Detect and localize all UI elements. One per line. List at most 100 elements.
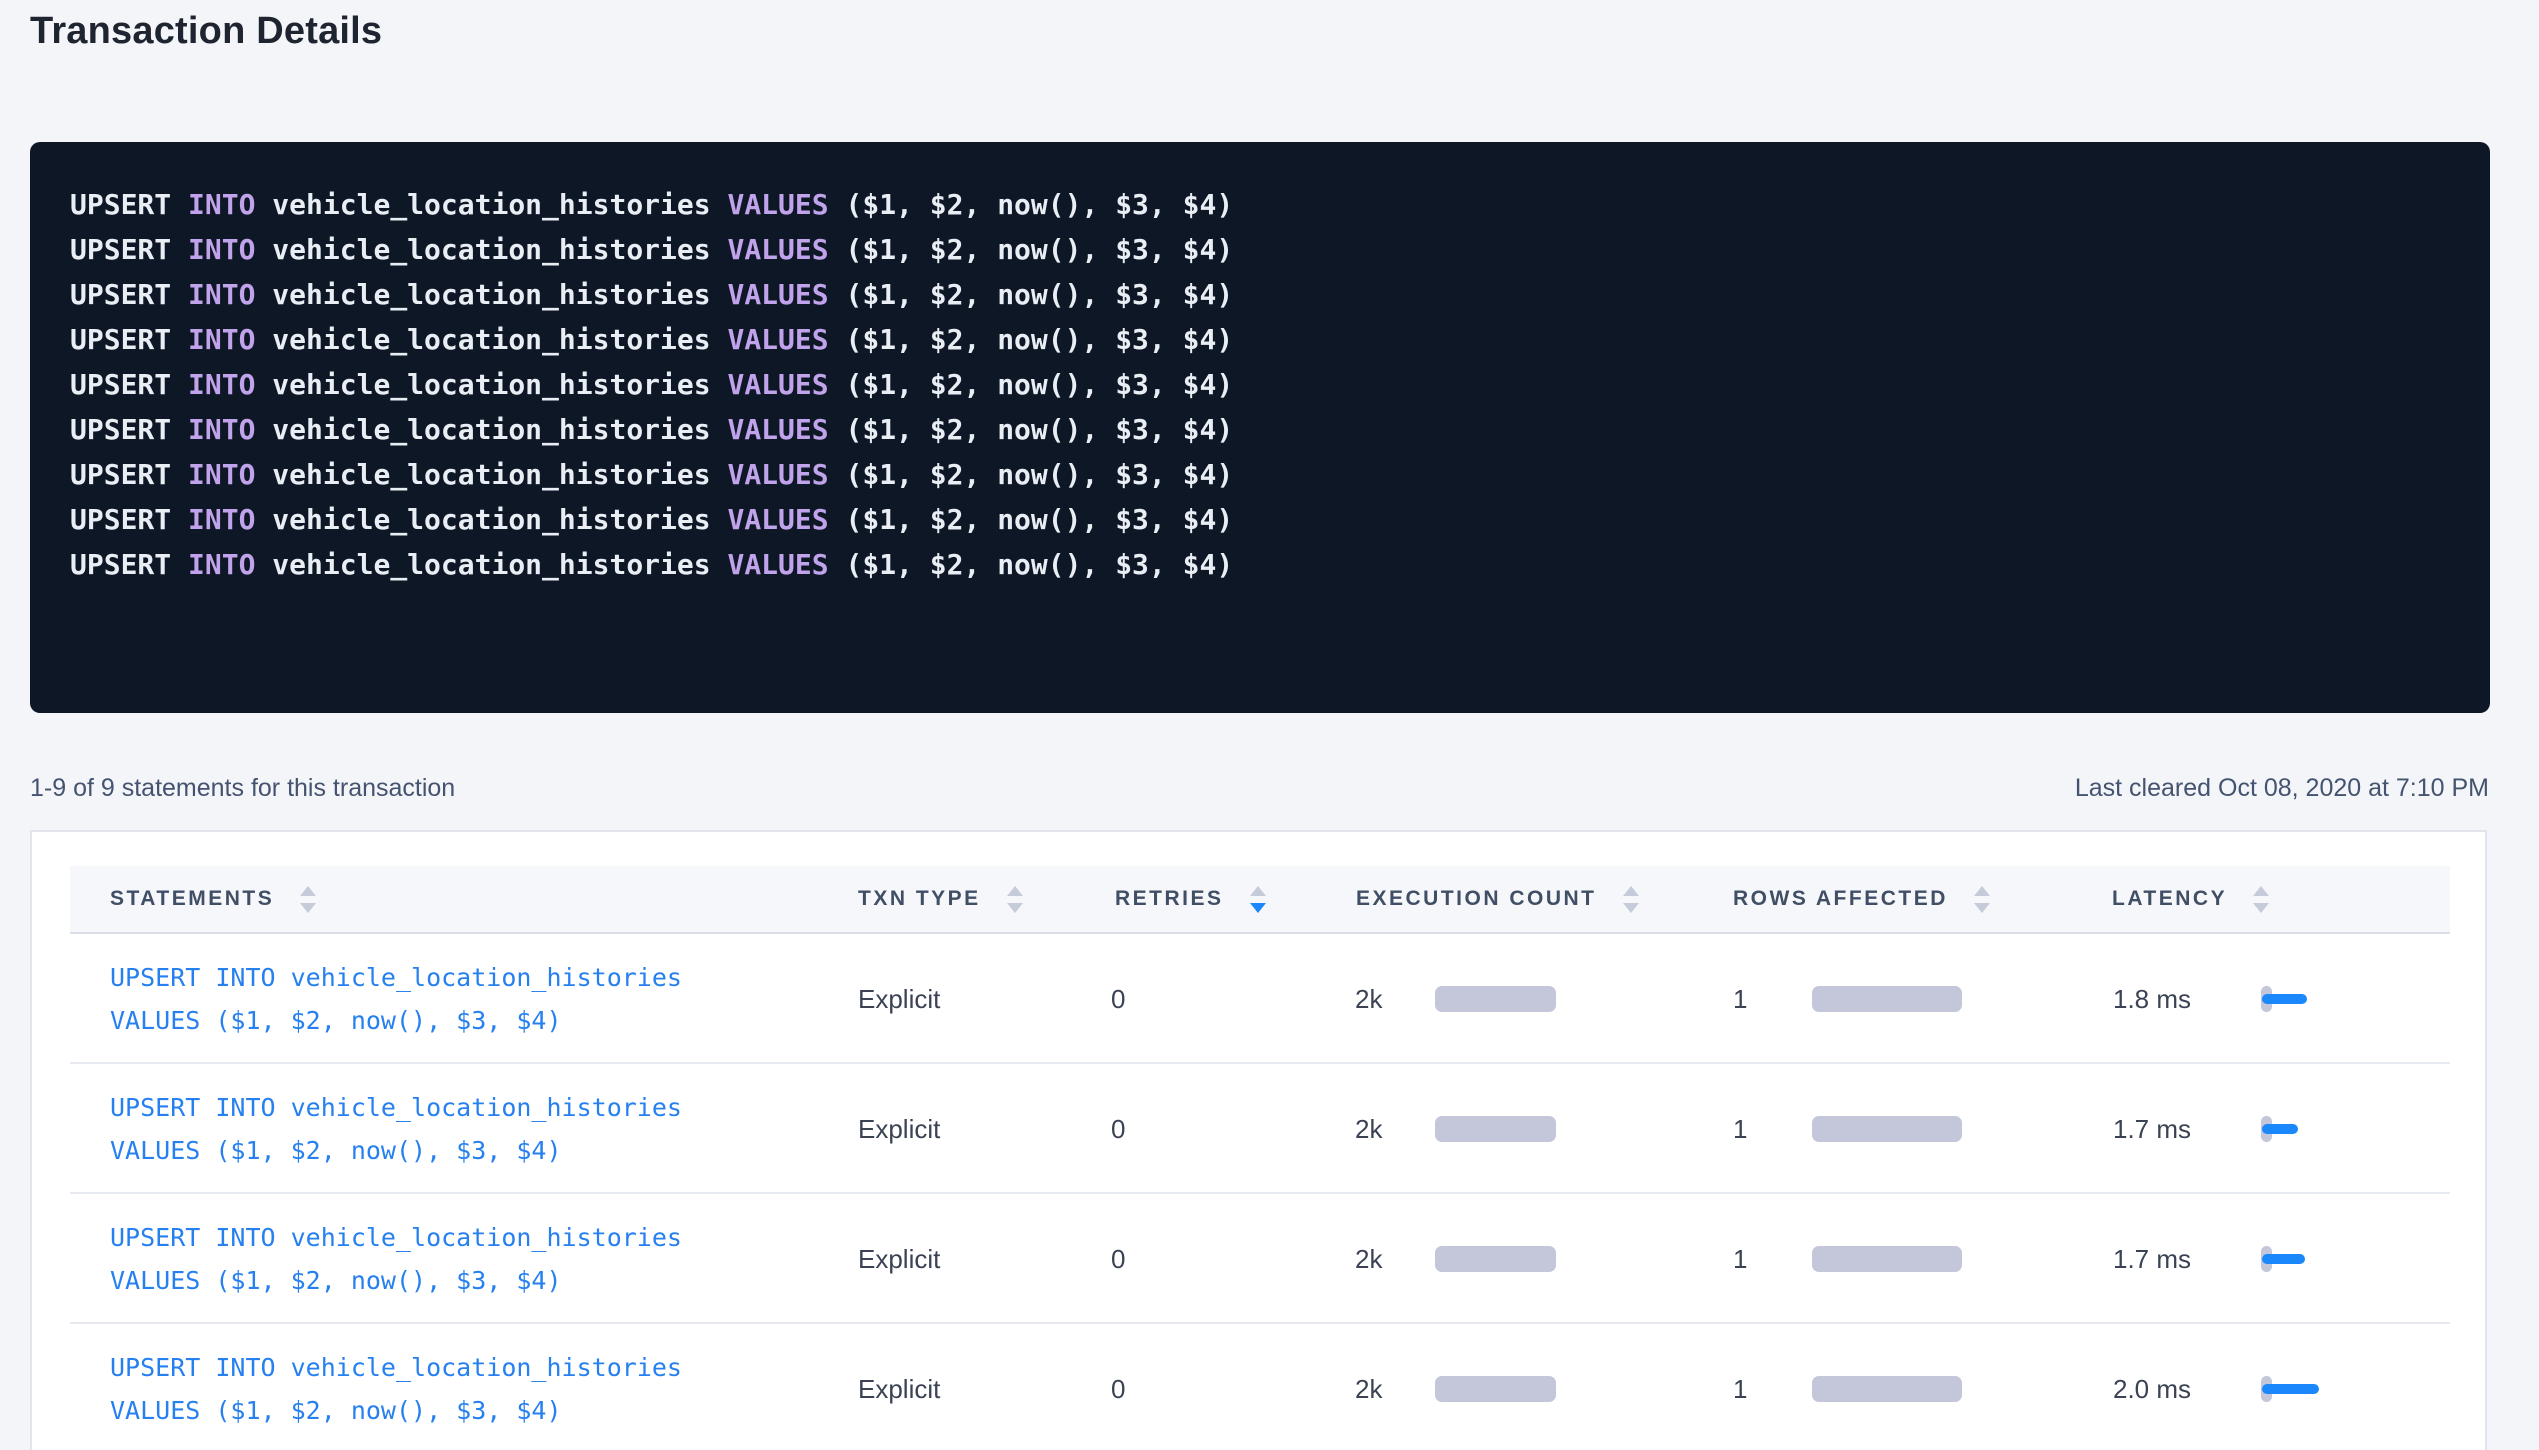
sort-desc-icon <box>1974 903 1990 913</box>
latency-bar <box>2262 994 2307 1004</box>
statement-link[interactable]: UPSERT INTO vehicle_location_histories V… <box>110 1346 682 1432</box>
sort-icon <box>2253 886 2269 913</box>
latency-value: 2.0 ms <box>2113 1324 2191 1450</box>
txn-type-value: Explicit <box>858 1324 940 1450</box>
sort-asc-icon <box>1007 886 1023 896</box>
sql-table-name: vehicle_location_histories <box>255 323 727 356</box>
sql-table-name: vehicle_location_histories <box>255 413 727 446</box>
rows-affected-value: 1 <box>1733 934 1747 1064</box>
sql-table-name: vehicle_location_histories <box>255 548 727 581</box>
statements-table-card: STATEMENTS TXN TYPE RETRIES <box>30 830 2487 1450</box>
sql-statement-line: UPSERT INTO vehicle_location_histories V… <box>70 407 2450 452</box>
txn-type-value: Explicit <box>858 1194 940 1324</box>
last-cleared-label: Last cleared Oct 08, 2020 at 7:10 PM <box>2075 770 2489 806</box>
execution-count-bar <box>1435 1246 1556 1272</box>
sort-asc-icon <box>300 886 316 896</box>
statements-table-header: STATEMENTS TXN TYPE RETRIES <box>70 866 2450 934</box>
sql-table-name: vehicle_location_histories <box>255 278 727 311</box>
latency-bar <box>2262 1384 2319 1394</box>
sql-statement-line: UPSERT INTO vehicle_location_histories V… <box>70 362 2450 407</box>
sql-keyword-values: VALUES <box>727 323 828 356</box>
sql-statement-line: UPSERT INTO vehicle_location_histories V… <box>70 227 2450 272</box>
sort-desc-icon <box>1623 903 1639 913</box>
sort-icon <box>1007 886 1023 913</box>
table-row: UPSERT INTO vehicle_location_histories V… <box>32 1324 2485 1450</box>
execution-count-bar <box>1435 1376 1556 1402</box>
rows-affected-bar <box>1812 1246 1962 1272</box>
latency-bar <box>2262 1254 2305 1264</box>
column-header-retries[interactable]: RETRIES <box>1115 866 1266 932</box>
statement-link[interactable]: UPSERT INTO vehicle_location_histories V… <box>110 956 682 1042</box>
sql-statement-line: UPSERT INTO vehicle_location_histories V… <box>70 317 2450 362</box>
sql-params: ($1, $2, now(), $3, $4) <box>829 278 1234 311</box>
sql-keyword-values: VALUES <box>727 458 828 491</box>
column-header-txn-type[interactable]: TXN TYPE <box>858 866 1023 932</box>
column-header-statements[interactable]: STATEMENTS <box>110 866 316 932</box>
sql-statement-line: UPSERT INTO vehicle_location_histories V… <box>70 272 2450 317</box>
execution-count-value: 2k <box>1355 1324 1382 1450</box>
statement-link[interactable]: UPSERT INTO vehicle_location_histories V… <box>110 1216 682 1302</box>
sort-icon <box>1250 886 1266 913</box>
sql-keyword-values: VALUES <box>727 278 828 311</box>
sql-keyword-values: VALUES <box>727 413 828 446</box>
retries-value: 0 <box>1111 1194 1125 1324</box>
sql-params: ($1, $2, now(), $3, $4) <box>829 458 1234 491</box>
latency-value: 1.7 ms <box>2113 1064 2191 1194</box>
sort-desc-icon <box>1007 903 1023 913</box>
statements-count-label: 1-9 of 9 statements for this transaction <box>30 770 455 806</box>
sql-params: ($1, $2, now(), $3, $4) <box>829 548 1234 581</box>
sort-icon <box>1974 886 1990 913</box>
rows-affected-bar <box>1812 986 1962 1012</box>
sql-keyword-values: VALUES <box>727 503 828 536</box>
sql-keyword-values: VALUES <box>727 548 828 581</box>
sql-keyword-values: VALUES <box>727 368 828 401</box>
rows-affected-bar <box>1812 1376 1962 1402</box>
latency-value: 1.7 ms <box>2113 1194 2191 1324</box>
sql-params: ($1, $2, now(), $3, $4) <box>829 503 1234 536</box>
sql-keyword-into: INTO <box>188 233 255 266</box>
rows-affected-value: 1 <box>1733 1194 1747 1324</box>
sort-desc-icon-active <box>1250 903 1266 913</box>
retries-value: 0 <box>1111 934 1125 1064</box>
statement-link[interactable]: UPSERT INTO vehicle_location_histories V… <box>110 1086 682 1172</box>
execution-count-value: 2k <box>1355 1064 1382 1194</box>
column-header-execution-count[interactable]: EXECUTION COUNT <box>1356 866 1639 932</box>
sql-keyword-into: INTO <box>188 368 255 401</box>
sql-console-box: UPSERT INTO vehicle_location_histories V… <box>30 142 2490 713</box>
sql-statement-line: UPSERT INTO vehicle_location_histories V… <box>70 497 2450 542</box>
sql-keyword-values: VALUES <box>727 233 828 266</box>
sql-statement-line: UPSERT INTO vehicle_location_histories V… <box>70 452 2450 497</box>
sql-table-name: vehicle_location_histories <box>255 368 727 401</box>
column-header-rows-affected[interactable]: ROWS AFFECTED <box>1733 866 1990 932</box>
latency-value: 1.8 ms <box>2113 934 2191 1064</box>
sql-params: ($1, $2, now(), $3, $4) <box>829 188 1234 221</box>
latency-bar <box>2262 1124 2298 1134</box>
sort-asc-icon <box>1974 886 1990 896</box>
execution-count-bar <box>1435 1116 1556 1142</box>
txn-type-value: Explicit <box>858 934 940 1064</box>
txn-type-value: Explicit <box>858 1064 940 1194</box>
sort-icon <box>1623 886 1639 913</box>
sql-keyword-into: INTO <box>188 188 255 221</box>
rows-affected-value: 1 <box>1733 1064 1747 1194</box>
table-row: UPSERT INTO vehicle_location_histories V… <box>32 1064 2485 1194</box>
column-header-latency[interactable]: LATENCY <box>2112 866 2269 932</box>
table-row: UPSERT INTO vehicle_location_histories V… <box>32 934 2485 1064</box>
retries-value: 0 <box>1111 1324 1125 1450</box>
sort-icon <box>300 886 316 913</box>
sql-keyword-into: INTO <box>188 458 255 491</box>
sql-params: ($1, $2, now(), $3, $4) <box>829 233 1234 266</box>
sort-asc-icon <box>2253 886 2269 896</box>
sort-desc-icon <box>300 903 316 913</box>
execution-count-value: 2k <box>1355 1194 1382 1324</box>
page-title: Transaction Details <box>30 10 382 53</box>
sort-asc-icon <box>1623 886 1639 896</box>
sql-keyword-into: INTO <box>188 278 255 311</box>
sql-params: ($1, $2, now(), $3, $4) <box>829 413 1234 446</box>
rows-affected-value: 1 <box>1733 1324 1747 1450</box>
execution-count-value: 2k <box>1355 934 1382 1064</box>
sql-keyword-into: INTO <box>188 323 255 356</box>
rows-affected-bar <box>1812 1116 1962 1142</box>
sql-keyword-into: INTO <box>188 413 255 446</box>
execution-count-bar <box>1435 986 1556 1012</box>
